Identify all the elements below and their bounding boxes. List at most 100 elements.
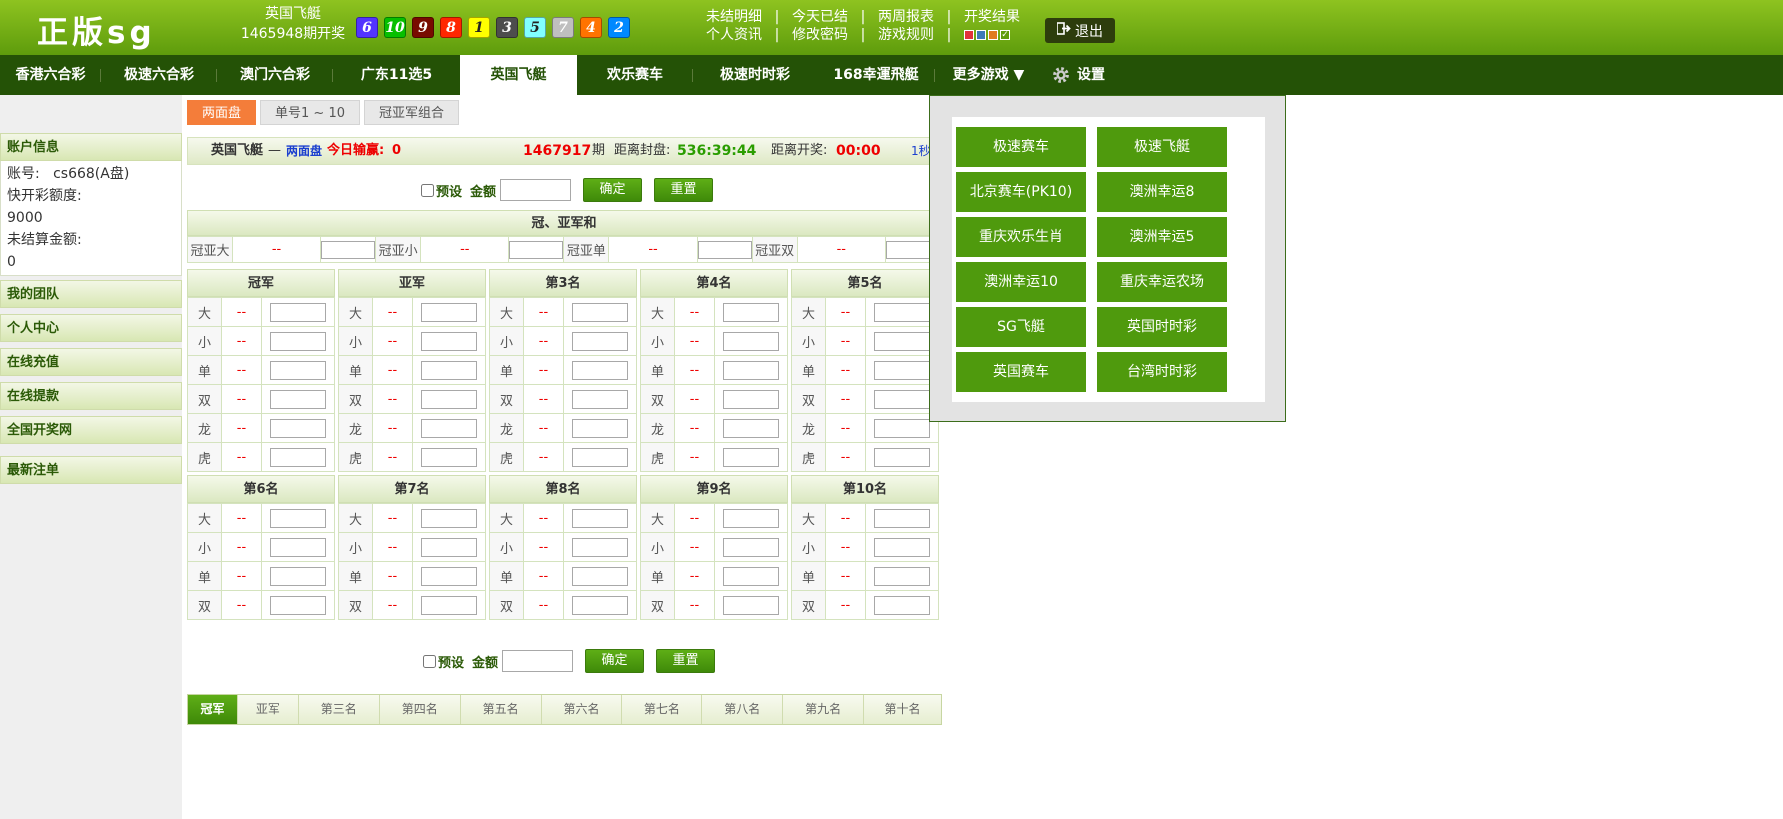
more-games-item[interactable]: 英国赛车: [956, 352, 1086, 392]
sum-small-input[interactable]: [509, 240, 564, 259]
bet-amount-input[interactable]: [874, 389, 930, 409]
bet-amount-input[interactable]: [723, 360, 779, 380]
tab-history-champion[interactable]: 冠军: [188, 695, 238, 724]
theme-green-swatch[interactable]: ✓: [1000, 30, 1010, 40]
bet-amount-input[interactable]: [270, 360, 326, 380]
bet-amount-input[interactable]: [421, 566, 477, 586]
tab-history-5th[interactable]: 第五名: [461, 695, 542, 724]
bet-amount-input[interactable]: [572, 418, 628, 438]
bet-amount-input[interactable]: [723, 389, 779, 409]
bet-amount-input[interactable]: [572, 331, 628, 351]
more-games-item[interactable]: 澳洲幸运10: [956, 262, 1086, 302]
reset-button-bottom[interactable]: 重置: [656, 649, 716, 673]
bet-amount-input[interactable]: [421, 595, 477, 615]
preset-checkbox-top[interactable]: [421, 183, 434, 197]
bet-amount-input[interactable]: [421, 537, 477, 557]
nav-item-hk-mark-six[interactable]: 香港六合彩: [0, 55, 101, 95]
bet-amount-input[interactable]: [874, 331, 930, 351]
bet-amount-input[interactable]: [723, 447, 779, 467]
bet-amount-input[interactable]: [421, 447, 477, 467]
tab-two-sided[interactable]: 两面盘: [187, 100, 257, 125]
bet-amount-input[interactable]: [874, 360, 930, 380]
sidebar-item-national-results[interactable]: 全国开奖网: [0, 416, 182, 444]
sidebar-item-latest-bets[interactable]: 最新注单: [0, 456, 182, 484]
nav-item-happy-racing[interactable]: 欢乐赛车: [577, 55, 693, 95]
status-refresh[interactable]: 1秒: [911, 138, 931, 164]
bet-amount-input[interactable]: [421, 331, 477, 351]
more-games-item[interactable]: 极速飞艇: [1097, 127, 1227, 167]
bet-amount-input[interactable]: [572, 566, 628, 586]
bet-amount-input[interactable]: [421, 508, 477, 528]
bet-amount-input[interactable]: [723, 331, 779, 351]
preset-checkbox-bottom[interactable]: [423, 654, 436, 668]
theme-color-picker[interactable]: ✓: [964, 30, 1010, 44]
tab-history-8th[interactable]: 第八名: [702, 695, 784, 724]
more-games-item[interactable]: 澳洲幸运8: [1097, 172, 1227, 212]
more-games-item[interactable]: 北京赛车(PK10): [956, 172, 1086, 212]
theme-blue-swatch[interactable]: [976, 30, 986, 40]
tab-history-6th[interactable]: 第六名: [542, 695, 623, 724]
sidebar-item-withdraw[interactable]: 在线提款: [0, 382, 182, 410]
bet-amount-input[interactable]: [270, 537, 326, 557]
bet-amount-input[interactable]: [572, 360, 628, 380]
bet-amount-input[interactable]: [421, 302, 477, 322]
nav-item-settings[interactable]: 设置: [1042, 55, 1114, 95]
amount-input-top[interactable]: [500, 179, 572, 201]
bet-amount-input[interactable]: [270, 447, 326, 467]
link-unsettled-detail[interactable]: 未结明细: [706, 8, 762, 26]
nav-item-uk-airship[interactable]: 英国飞艇: [460, 55, 577, 95]
link-change-password[interactable]: 修改密码: [792, 26, 848, 44]
confirm-button-bottom[interactable]: 确定: [585, 649, 645, 673]
bet-amount-input[interactable]: [270, 331, 326, 351]
bet-amount-input[interactable]: [270, 418, 326, 438]
sidebar-item-deposit[interactable]: 在线充值: [0, 348, 182, 376]
sidebar-item-my-team[interactable]: 我的团队: [0, 280, 182, 308]
bet-amount-input[interactable]: [874, 595, 930, 615]
link-game-rules[interactable]: 游戏规则: [878, 26, 934, 44]
theme-red-swatch[interactable]: [964, 30, 974, 40]
bet-amount-input[interactable]: [270, 595, 326, 615]
tab-top-two-combo[interactable]: 冠亚军组合: [364, 100, 460, 125]
theme-orange-swatch[interactable]: [988, 30, 998, 40]
bet-amount-input[interactable]: [572, 389, 628, 409]
bet-amount-input[interactable]: [270, 302, 326, 322]
nav-item-168-lucky-airship[interactable]: 168幸運飛艇: [817, 55, 935, 95]
nav-item-macau-mark-six[interactable]: 澳门六合彩: [217, 55, 333, 95]
bet-amount-input[interactable]: [874, 302, 930, 322]
logout-button[interactable]: 退出: [1045, 18, 1115, 43]
bet-amount-input[interactable]: [723, 595, 779, 615]
bet-amount-input[interactable]: [572, 508, 628, 528]
sum-odd-input[interactable]: [697, 240, 752, 259]
nav-item-speed-ssc[interactable]: 极速时时彩: [693, 55, 817, 95]
tab-history-runner-up[interactable]: 亚军: [238, 695, 299, 724]
bet-amount-input[interactable]: [270, 508, 326, 528]
tab-single-number[interactable]: 单号1 ~ 10: [260, 100, 360, 125]
tab-history-9th[interactable]: 第九名: [783, 695, 865, 724]
bet-amount-input[interactable]: [572, 537, 628, 557]
tab-history-4th[interactable]: 第四名: [380, 695, 461, 724]
bet-amount-input[interactable]: [421, 360, 477, 380]
bet-amount-input[interactable]: [723, 302, 779, 322]
sidebar-item-personal-center[interactable]: 个人中心: [0, 314, 182, 342]
bet-amount-input[interactable]: [421, 389, 477, 409]
more-games-item[interactable]: 重庆幸运农场: [1097, 262, 1227, 302]
link-draw-results[interactable]: 开奖结果: [964, 8, 1020, 26]
link-profile[interactable]: 个人资讯: [706, 26, 762, 44]
more-games-item[interactable]: 英国时时彩: [1097, 307, 1227, 347]
bet-amount-input[interactable]: [874, 566, 930, 586]
bet-amount-input[interactable]: [723, 537, 779, 557]
more-games-item[interactable]: 台湾时时彩: [1097, 352, 1227, 392]
more-games-item[interactable]: 澳洲幸运5: [1097, 217, 1227, 257]
bet-amount-input[interactable]: [270, 389, 326, 409]
tab-history-3rd[interactable]: 第三名: [299, 695, 380, 724]
nav-item-guangdong-11x5[interactable]: 广东11选5: [333, 55, 460, 95]
link-today-settled[interactable]: 今天已结: [792, 8, 848, 26]
nav-item-speed-mark-six[interactable]: 极速六合彩: [101, 55, 217, 95]
bet-amount-input[interactable]: [874, 508, 930, 528]
nav-item-more-games[interactable]: 更多游戏 ▼: [935, 55, 1042, 95]
link-two-week-report[interactable]: 两周报表: [878, 8, 934, 26]
bet-amount-input[interactable]: [874, 418, 930, 438]
confirm-button-top[interactable]: 确定: [583, 178, 643, 202]
tab-history-10th[interactable]: 第十名: [864, 695, 941, 724]
bet-amount-input[interactable]: [270, 566, 326, 586]
